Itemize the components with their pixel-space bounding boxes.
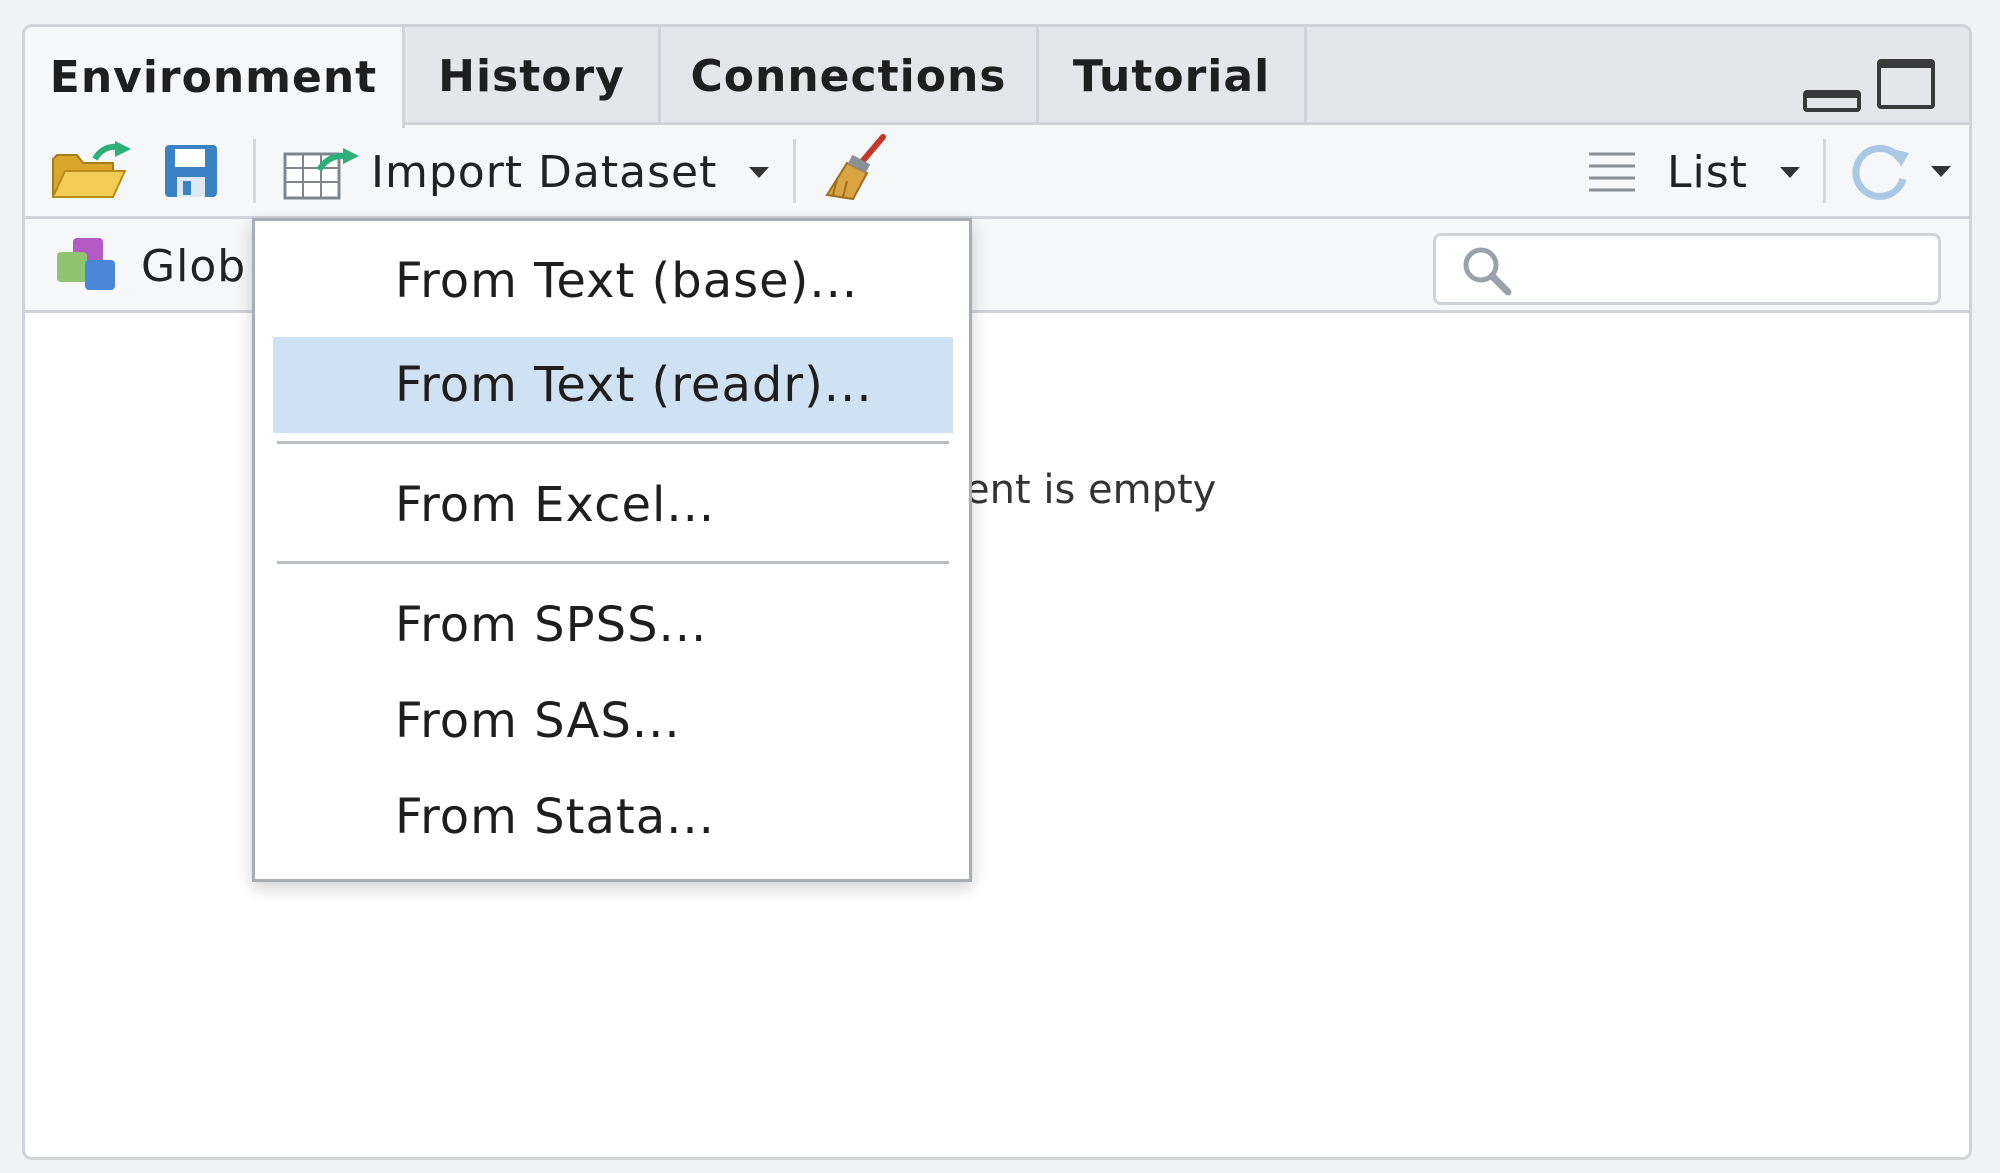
environment-cubes-icon xyxy=(57,238,115,290)
menu-item-from-text-base[interactable]: From Text (base)... xyxy=(273,233,953,329)
tab-bar: Environment History Connections Tutorial xyxy=(25,27,1969,128)
chevron-down-icon xyxy=(1779,166,1800,178)
import-dataset-label: Import Dataset xyxy=(371,146,718,198)
broom-icon xyxy=(825,134,886,201)
tab-connections[interactable]: Connections xyxy=(661,27,1039,125)
list-lines-icon xyxy=(1589,152,1635,192)
import-table-icon xyxy=(283,148,359,200)
menu-item-from-stata[interactable]: From Stata... xyxy=(273,769,953,865)
search-input[interactable] xyxy=(1433,233,1941,305)
chevron-down-icon[interactable] xyxy=(1931,165,1951,177)
view-mode-label: List xyxy=(1667,146,1748,198)
open-folder-icon xyxy=(51,141,131,198)
menu-divider xyxy=(277,441,949,444)
empty-environment-message: ent is empty xyxy=(965,467,1217,513)
menu-divider xyxy=(277,561,949,564)
minimize-icon[interactable] xyxy=(1803,90,1861,112)
maximize-icon[interactable] xyxy=(1877,59,1935,109)
environment-scope-dropdown[interactable]: Glob xyxy=(55,235,246,297)
toolbar: Import Dataset List xyxy=(25,125,1969,219)
chevron-down-icon xyxy=(749,166,770,178)
refresh-button[interactable] xyxy=(1849,139,1951,203)
clear-workspace-button[interactable] xyxy=(821,133,891,205)
search-icon xyxy=(1463,247,1512,296)
toolbar-divider xyxy=(253,139,256,203)
save-icon xyxy=(165,145,217,197)
toolbar-divider xyxy=(793,139,796,203)
open-folder-button[interactable] xyxy=(49,141,135,203)
menu-item-from-text-readr[interactable]: From Text (readr)... xyxy=(273,337,953,433)
menu-item-from-spss[interactable]: From SPSS... xyxy=(273,577,953,673)
import-dataset-button[interactable]: Import Dataset xyxy=(283,141,770,203)
save-button[interactable] xyxy=(163,143,219,199)
tab-tutorial[interactable]: Tutorial xyxy=(1039,27,1307,125)
import-dataset-menu: From Text (base)... From Text (readr)...… xyxy=(252,218,972,882)
toolbar-divider xyxy=(1823,139,1826,203)
tab-environment[interactable]: Environment xyxy=(25,27,405,128)
environment-scope-label: Glob xyxy=(141,240,247,292)
menu-item-from-excel[interactable]: From Excel... xyxy=(273,457,953,553)
menu-item-from-sas[interactable]: From SAS... xyxy=(273,673,953,769)
refresh-icon xyxy=(1852,145,1909,200)
view-mode-dropdown[interactable]: List xyxy=(1587,143,1800,201)
tab-history[interactable]: History xyxy=(405,27,661,125)
